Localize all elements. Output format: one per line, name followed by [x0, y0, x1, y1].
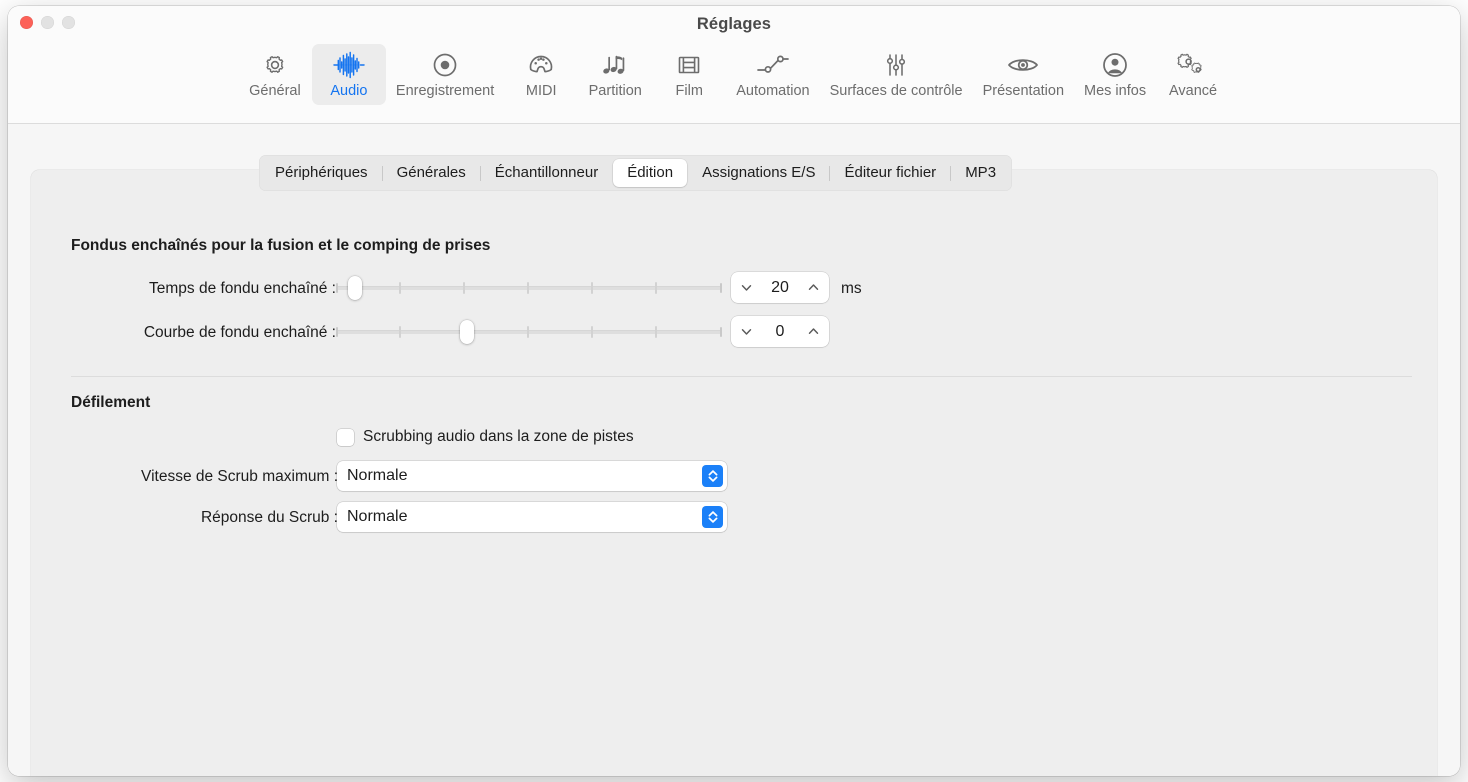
toolbar-item-mes-infos[interactable]: Mes infos [1074, 44, 1156, 105]
midi-connector-icon [526, 50, 556, 80]
slider-tick [720, 283, 722, 293]
max-scrub-speed-select[interactable]: Normale [337, 461, 727, 491]
toolbar-label: Enregistrement [396, 84, 494, 100]
slider-thumb[interactable] [348, 276, 362, 300]
tab-bar: Périphériques Générales Échantillonneur … [259, 155, 1012, 191]
film-strip-icon [674, 50, 704, 80]
window-title: Réglages [8, 15, 1460, 34]
toolbar-item-general[interactable]: Général [238, 44, 312, 105]
gear-icon [260, 50, 290, 80]
person-circle-icon [1100, 50, 1130, 80]
tab-edition[interactable]: Édition [613, 159, 687, 187]
eye-icon [1006, 50, 1040, 80]
toolbar-label: Mes infos [1084, 84, 1146, 100]
toolbar-label: Audio [330, 84, 367, 100]
fade-time-stepper[interactable]: 20 [731, 272, 829, 303]
slider-tick [336, 327, 338, 337]
section-divider [71, 376, 1412, 377]
toolbar-item-audio[interactable]: Audio [312, 44, 386, 105]
toolbar-item-avance[interactable]: Avancé [1156, 44, 1230, 105]
fade-curve-value[interactable]: 0 [753, 323, 807, 341]
preferences-toolbar: Général [8, 44, 1460, 105]
fade-time-slider[interactable] [336, 275, 722, 301]
scrub-audio-checkbox[interactable] [337, 429, 354, 446]
settings-body: Périphériques Générales Échantillonneur … [8, 124, 1460, 776]
toolbar-label: Film [676, 84, 703, 100]
toolbar-label: Surfaces de contrôle [830, 84, 963, 100]
window-titlebar: Réglages Général [8, 6, 1460, 124]
slider-tick [591, 326, 593, 338]
tab-assignations-es[interactable]: Assignations E/S [688, 159, 829, 187]
slider-tick [399, 326, 401, 338]
toolbar-item-enregistrement[interactable]: Enregistrement [386, 44, 504, 105]
settings-content-panel: Fondus enchaînés pour la fusion et le co… [31, 170, 1437, 776]
toolbar-item-midi[interactable]: MIDI [504, 44, 578, 105]
chevron-down-icon[interactable] [740, 325, 753, 338]
record-circle-icon [430, 50, 460, 80]
chevron-down-icon[interactable] [740, 281, 753, 294]
fade-time-value[interactable]: 20 [753, 279, 807, 297]
music-notes-icon [600, 50, 630, 80]
scrub-response-value: Normale [347, 508, 702, 526]
slider-tick [655, 282, 657, 294]
slider-tick [399, 282, 401, 294]
toolbar-label: Partition [589, 84, 642, 100]
toolbar-label: Automation [736, 84, 809, 100]
slider-tick [591, 282, 593, 294]
tab-mp3[interactable]: MP3 [951, 159, 1010, 187]
slider-tick [336, 283, 338, 293]
slider-track[interactable] [336, 286, 722, 290]
toolbar-item-surfaces-de-controle[interactable]: Surfaces de contrôle [820, 44, 973, 105]
double-gear-icon [1176, 50, 1210, 80]
toolbar-label: Avancé [1169, 84, 1217, 100]
max-scrub-speed-value: Normale [347, 467, 702, 485]
scrub-audio-checkbox-row[interactable]: Scrubbing audio dans la zone de pistes [337, 428, 634, 446]
sliders-icon [881, 50, 911, 80]
slider-tick [655, 326, 657, 338]
toolbar-label: Présentation [983, 84, 1064, 100]
chevron-up-down-icon[interactable] [702, 506, 723, 528]
fade-curve-label: Courbe de fondu enchaîné : [144, 324, 336, 342]
toolbar-label: Général [249, 84, 301, 100]
tab-echantillonneur[interactable]: Échantillonneur [481, 159, 612, 187]
toolbar-label: MIDI [526, 84, 557, 100]
tab-editeur-fichier[interactable]: Éditeur fichier [830, 159, 950, 187]
crossfade-section-title: Fondus enchaînés pour la fusion et le co… [71, 237, 490, 255]
toolbar-item-presentation[interactable]: Présentation [973, 44, 1074, 105]
waveform-icon [332, 50, 366, 80]
slider-track[interactable] [336, 330, 722, 334]
toolbar-item-automation[interactable]: Automation [726, 44, 819, 105]
max-scrub-speed-label: Vitesse de Scrub maximum : [141, 468, 338, 486]
tab-generales[interactable]: Générales [383, 159, 480, 187]
slider-thumb[interactable] [460, 320, 474, 344]
chevron-up-icon[interactable] [807, 325, 820, 338]
chevron-up-down-icon[interactable] [702, 465, 723, 487]
toolbar-item-film[interactable]: Film [652, 44, 726, 105]
slider-tick [527, 282, 529, 294]
chevron-up-icon[interactable] [807, 281, 820, 294]
scrub-audio-checkbox-label: Scrubbing audio dans la zone de pistes [363, 428, 634, 446]
scrolling-section-title: Défilement [71, 394, 150, 412]
settings-window: Réglages Général [8, 6, 1460, 776]
scrub-response-label: Réponse du Scrub : [201, 509, 338, 527]
fade-curve-slider[interactable] [336, 319, 722, 345]
fade-time-unit: ms [841, 280, 862, 298]
toolbar-item-partition[interactable]: Partition [578, 44, 652, 105]
automation-node-icon [755, 50, 791, 80]
slider-tick [527, 326, 529, 338]
scrub-response-select[interactable]: Normale [337, 502, 727, 532]
fade-time-label: Temps de fondu enchaîné : [149, 280, 336, 298]
fade-curve-stepper[interactable]: 0 [731, 316, 829, 347]
slider-tick [463, 282, 465, 294]
tab-peripheriques[interactable]: Périphériques [261, 159, 382, 187]
slider-tick [720, 327, 722, 337]
